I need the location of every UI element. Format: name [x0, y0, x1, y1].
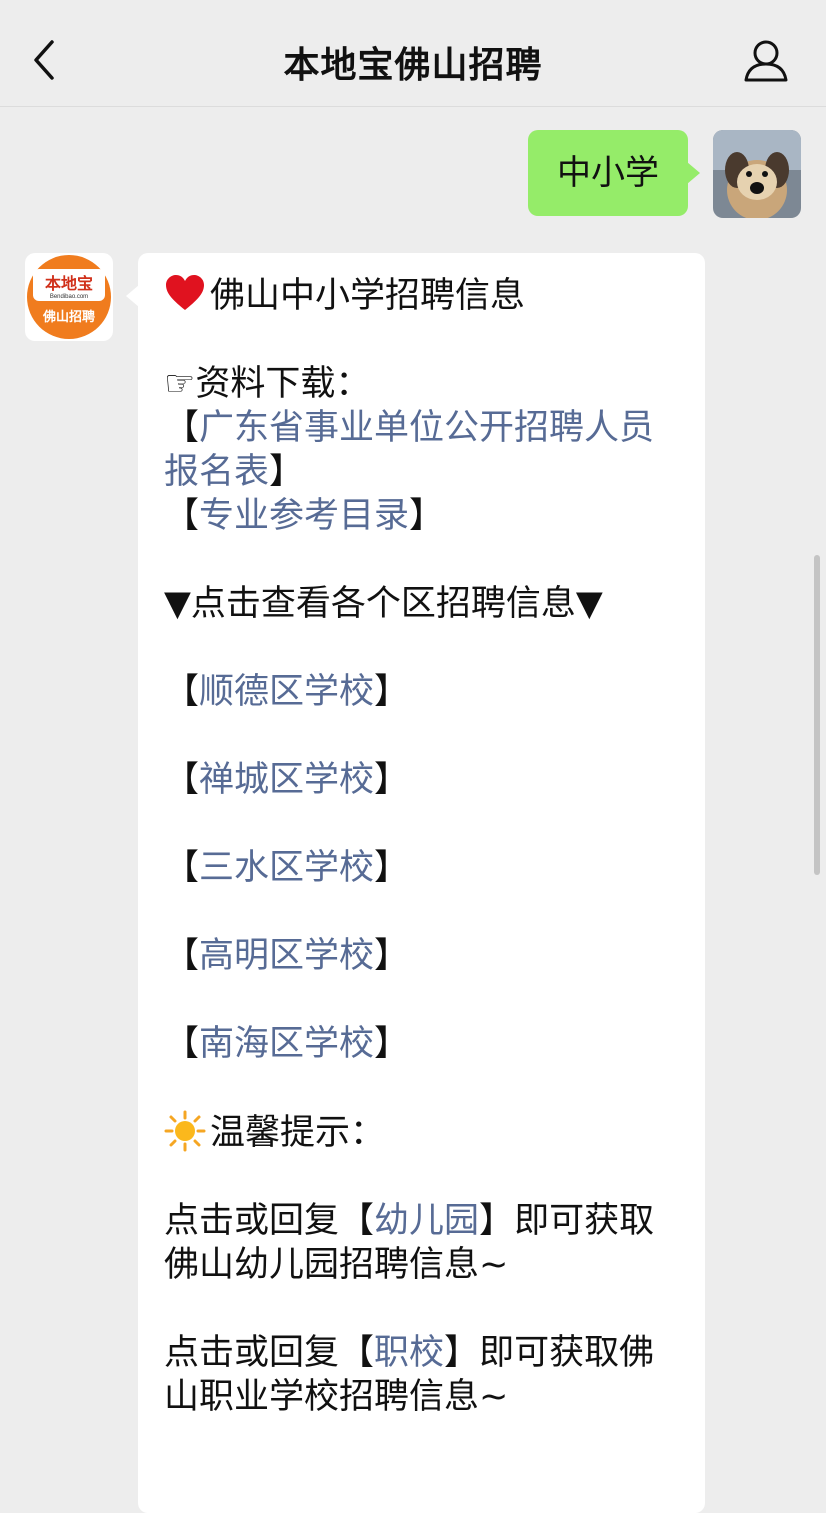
- message-title: 佛山中小学招聘信息: [164, 273, 684, 318]
- top-bar: 本地宝佛山招聘: [0, 0, 826, 107]
- tip-vocational-prefix: 点击或回复: [164, 1333, 340, 1373]
- download-link-0-text[interactable]: 广东省事业单位公开招聘人员报名表: [164, 408, 654, 492]
- bot-message-bubble: 佛山中小学招聘信息 ☞资料下载： 【广东省事业单位公开招聘人员报名表】 【专业参…: [126, 253, 705, 1513]
- user-message-text: 中小学: [557, 153, 659, 193]
- dog-avatar-image: [713, 130, 801, 218]
- bot-message-content: 佛山中小学招聘信息 ☞资料下载： 【广东省事业单位公开招聘人员报名表】 【专业参…: [164, 273, 684, 1419]
- download-link-1[interactable]: 【专业参考目录】: [164, 494, 684, 538]
- logo-brand-bottom: 佛山招聘: [42, 309, 95, 324]
- district-link-nanhai-text[interactable]: 南海区学校: [199, 1024, 374, 1064]
- vocational-link[interactable]: 职校: [374, 1333, 444, 1373]
- district-link-gaoming-text[interactable]: 高明区学校: [199, 936, 374, 976]
- user-message-bubble[interactable]: 中小学: [528, 130, 700, 216]
- district-link-sanshui[interactable]: 【三水区学校】: [164, 846, 684, 890]
- district-link-nanhai[interactable]: 【南海区学校】: [164, 1022, 684, 1066]
- heart-icon: [166, 275, 204, 310]
- district-link-shunde[interactable]: 【顺德区学校】: [164, 670, 684, 714]
- message-title-text: 佛山中小学招聘信息: [210, 276, 526, 316]
- person-icon: [744, 40, 788, 82]
- sun-icon: [164, 1110, 206, 1152]
- district-link-chancheng[interactable]: 【禅城区学校】: [164, 758, 684, 802]
- tip-vocational: 点击或回复【职校】即可获取佛山职业学校招聘信息~: [164, 1333, 655, 1417]
- logo-brand-top: 本地宝: [45, 274, 93, 293]
- scrollbar[interactable]: [814, 555, 820, 875]
- tip-kindergarten-prefix: 点击或回复: [164, 1201, 340, 1241]
- profile-button[interactable]: [742, 38, 790, 84]
- tip-label: 温馨提示：: [164, 1110, 684, 1155]
- download-link-0[interactable]: 【广东省事业单位公开招聘人员报名表】: [164, 406, 684, 494]
- download-label: ☞资料下载：: [164, 364, 371, 404]
- page-title: 本地宝佛山招聘: [283, 45, 543, 86]
- bendibao-logo: 本地宝 Bendibao.com 佛山招聘: [27, 255, 111, 339]
- district-header: ▼点击查看各个区招聘信息▼: [164, 584, 603, 624]
- user-avatar[interactable]: [713, 130, 801, 218]
- district-link-gaoming[interactable]: 【高明区学校】: [164, 934, 684, 978]
- tip-label-text: 温馨提示：: [210, 1113, 386, 1153]
- kindergarten-link[interactable]: 幼儿园: [374, 1201, 479, 1241]
- logo-brand-site: Bendibao.com: [50, 294, 88, 300]
- tip-kindergarten: 点击或回复【幼儿园】即可获取佛山幼儿园招聘信息~: [164, 1201, 655, 1285]
- district-link-shunde-text[interactable]: 顺德区学校: [199, 672, 374, 712]
- download-link-1-text[interactable]: 专业参考目录: [199, 496, 409, 536]
- district-link-sanshui-text[interactable]: 三水区学校: [199, 848, 374, 888]
- bot-avatar[interactable]: 本地宝 Bendibao.com 佛山招聘: [25, 253, 113, 341]
- district-link-chancheng-text[interactable]: 禅城区学校: [199, 760, 374, 800]
